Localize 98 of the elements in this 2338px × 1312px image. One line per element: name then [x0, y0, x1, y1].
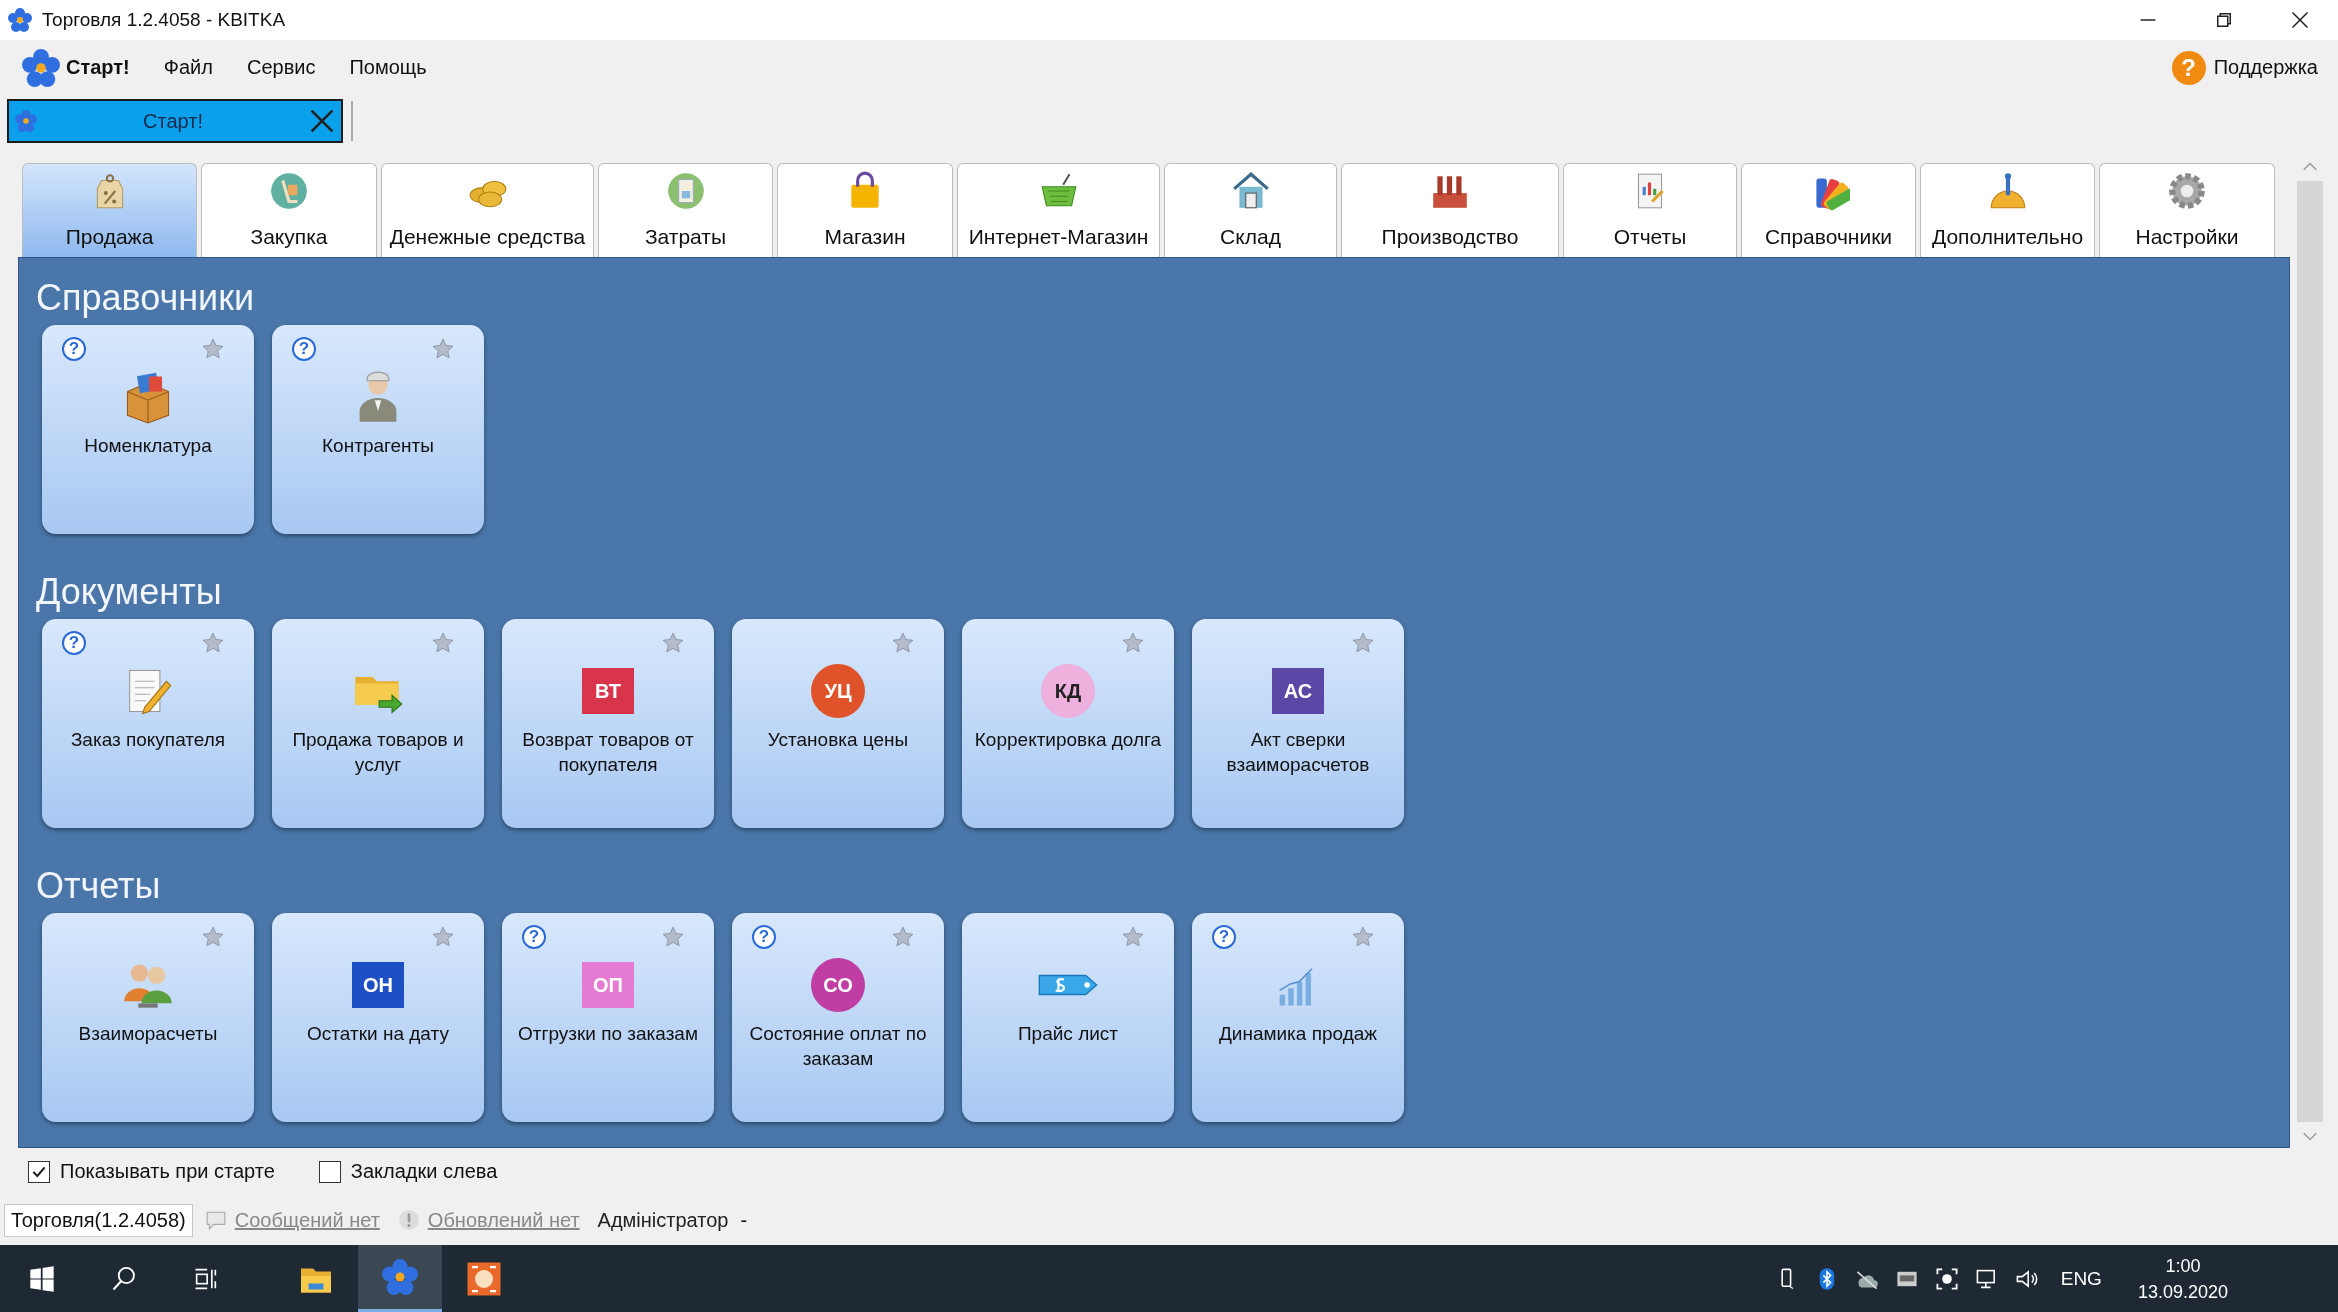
close-icon[interactable] [309, 108, 335, 134]
module-tab[interactable]: Настройки [2099, 163, 2275, 257]
help-icon[interactable]: ? [522, 925, 546, 949]
section-title: Отчеты [36, 864, 162, 908]
section-title: Документы [36, 570, 223, 614]
tile-label: Номенклатура [84, 434, 212, 458]
document-badge: СО [811, 958, 865, 1012]
section-title: Справочники [36, 276, 256, 320]
status-text: - [740, 1208, 748, 1232]
star-icon[interactable] [892, 632, 914, 654]
star-icon[interactable] [1352, 632, 1374, 654]
record-icon[interactable] [1934, 1266, 1959, 1291]
start-icon[interactable] [28, 1264, 56, 1293]
star-icon[interactable] [1122, 926, 1144, 948]
shortcut-tile[interactable]: Прайс лист [962, 913, 1174, 1122]
document-badge: АС [1272, 668, 1324, 714]
star-icon[interactable] [662, 632, 684, 654]
option-checkbox[interactable]: Закладки слева [318, 1160, 498, 1183]
shortcut-tile[interactable]: АС Акт сверки взаиморасчетов [1192, 619, 1404, 828]
star-icon[interactable] [202, 632, 224, 654]
alert-icon [397, 1209, 420, 1231]
star-icon[interactable] [892, 926, 914, 948]
flower-logo-icon [22, 48, 60, 87]
document-badge: ОН [352, 962, 404, 1008]
window-title: Торговля 1.2.4058 - KBITKA [42, 9, 286, 31]
shortcut-tile[interactable]: ? Контрагенты [272, 325, 484, 534]
option-checkbox[interactable]: Показывать при старте [28, 1160, 275, 1183]
settings-icon [2166, 170, 2208, 212]
help-icon[interactable]: ? [292, 337, 316, 361]
shortcut-tile[interactable]: ВТ Возврат товаров от покупателя [502, 619, 714, 828]
start-menu[interactable]: Старт! [22, 48, 130, 87]
menu-item[interactable]: Файл [163, 56, 213, 79]
module-tab[interactable]: Производство [1341, 163, 1559, 257]
flower-logo-icon [15, 110, 37, 132]
module-tab[interactable]: Дополнительно [1920, 163, 2095, 257]
module-tab[interactable]: Денежные средства [381, 163, 594, 257]
shortcut-tile[interactable]: КД Корректировка долга [962, 619, 1174, 828]
version-label: Торговля(1.2.4058) [4, 1203, 193, 1237]
document-tab[interactable]: Старт! [7, 99, 343, 143]
dolly-icon [268, 170, 310, 212]
shortcut-tile[interactable]: ? Заказ покупателя [42, 619, 254, 828]
module-tab[interactable]: Справочники [1741, 163, 1916, 257]
tile-label: Прайс лист [1017, 1022, 1119, 1046]
shortcut-tile[interactable]: ? Динамика продаж [1192, 913, 1404, 1122]
search-icon[interactable] [110, 1264, 138, 1293]
help-icon[interactable]: ? [1212, 925, 1236, 949]
star-icon[interactable] [1122, 632, 1144, 654]
document-badge: КД [1041, 664, 1095, 718]
star-icon[interactable] [432, 632, 454, 654]
user-name: Адміністратор [597, 1208, 729, 1232]
help-icon[interactable]: ? [62, 631, 86, 655]
star-icon[interactable] [1352, 926, 1374, 948]
shortcut-tile[interactable]: ? СО Состояние оплат по заказам [732, 913, 944, 1122]
language-indicator[interactable]: ENG [2060, 1267, 2102, 1290]
document-badge: УЦ [811, 664, 865, 718]
message-icon [204, 1209, 227, 1231]
star-icon[interactable] [202, 338, 224, 360]
tile-label: Возврат товаров от покупателя [521, 728, 695, 777]
document-badge: ВТ [582, 668, 634, 714]
star-icon[interactable] [432, 926, 454, 948]
help-icon[interactable]: ? [62, 337, 86, 361]
clock-time[interactable]: 1:00 [2165, 1252, 2201, 1279]
module-tab[interactable]: Магазин [777, 163, 953, 257]
tile-label: Отгрузки по заказам [518, 1022, 698, 1046]
tile-label: Взаиморасчеты [78, 1022, 218, 1046]
menu-item[interactable]: Сервис [246, 56, 316, 79]
shortcut-tile[interactable]: Взаиморасчеты [42, 913, 254, 1122]
support-link[interactable]: ? Поддержка [2171, 50, 2318, 85]
tile-label: Остатки на дату [307, 1022, 449, 1046]
shortcut-tile[interactable]: ? Номенклатура [42, 325, 254, 534]
shortcut-tile[interactable]: ? ОП Отгрузки по заказам [502, 913, 714, 1122]
menu-item[interactable]: Помощь [349, 56, 427, 79]
clock-date[interactable]: 13.09.2020 [2137, 1278, 2228, 1305]
module-tab[interactable]: Отчеты [1563, 163, 1737, 257]
tile-label: Установка цены [767, 728, 909, 752]
module-tab[interactable]: Закупка [201, 163, 377, 257]
tile-label: Заказ покупателя [70, 728, 226, 752]
help-icon[interactable]: ? [752, 925, 776, 949]
shortcut-tile[interactable]: ОН Остатки на дату [272, 913, 484, 1122]
module-tab[interactable]: Склад [1164, 163, 1337, 257]
star-icon[interactable] [432, 338, 454, 360]
tile-label: Продажа товаров и услуг [291, 728, 465, 777]
tile-label: Акт сверки взаиморасчетов [1225, 728, 1371, 777]
app-logo-icon [8, 8, 32, 32]
price-tag-icon [1038, 974, 1098, 996]
tile-label: Состояние оплат по заказам [748, 1022, 928, 1071]
document-badge: ОП [582, 962, 634, 1008]
tile-label: Контрагенты [322, 434, 434, 458]
flower-app-icon[interactable] [358, 1245, 442, 1312]
star-icon[interactable] [202, 926, 224, 948]
module-tab[interactable]: Продажа [22, 163, 197, 257]
module-tab[interactable]: Интернет-Магазин [957, 163, 1160, 257]
module-tab[interactable]: Затраты [598, 163, 773, 257]
tile-label: Корректировка долга [974, 728, 1162, 752]
tile-label: Динамика продаж [1218, 1022, 1378, 1046]
star-icon[interactable] [662, 926, 684, 948]
shortcut-tile[interactable]: Продажа товаров и услуг [272, 619, 484, 828]
shortcut-tile[interactable]: УЦ Установка цены [732, 619, 944, 828]
